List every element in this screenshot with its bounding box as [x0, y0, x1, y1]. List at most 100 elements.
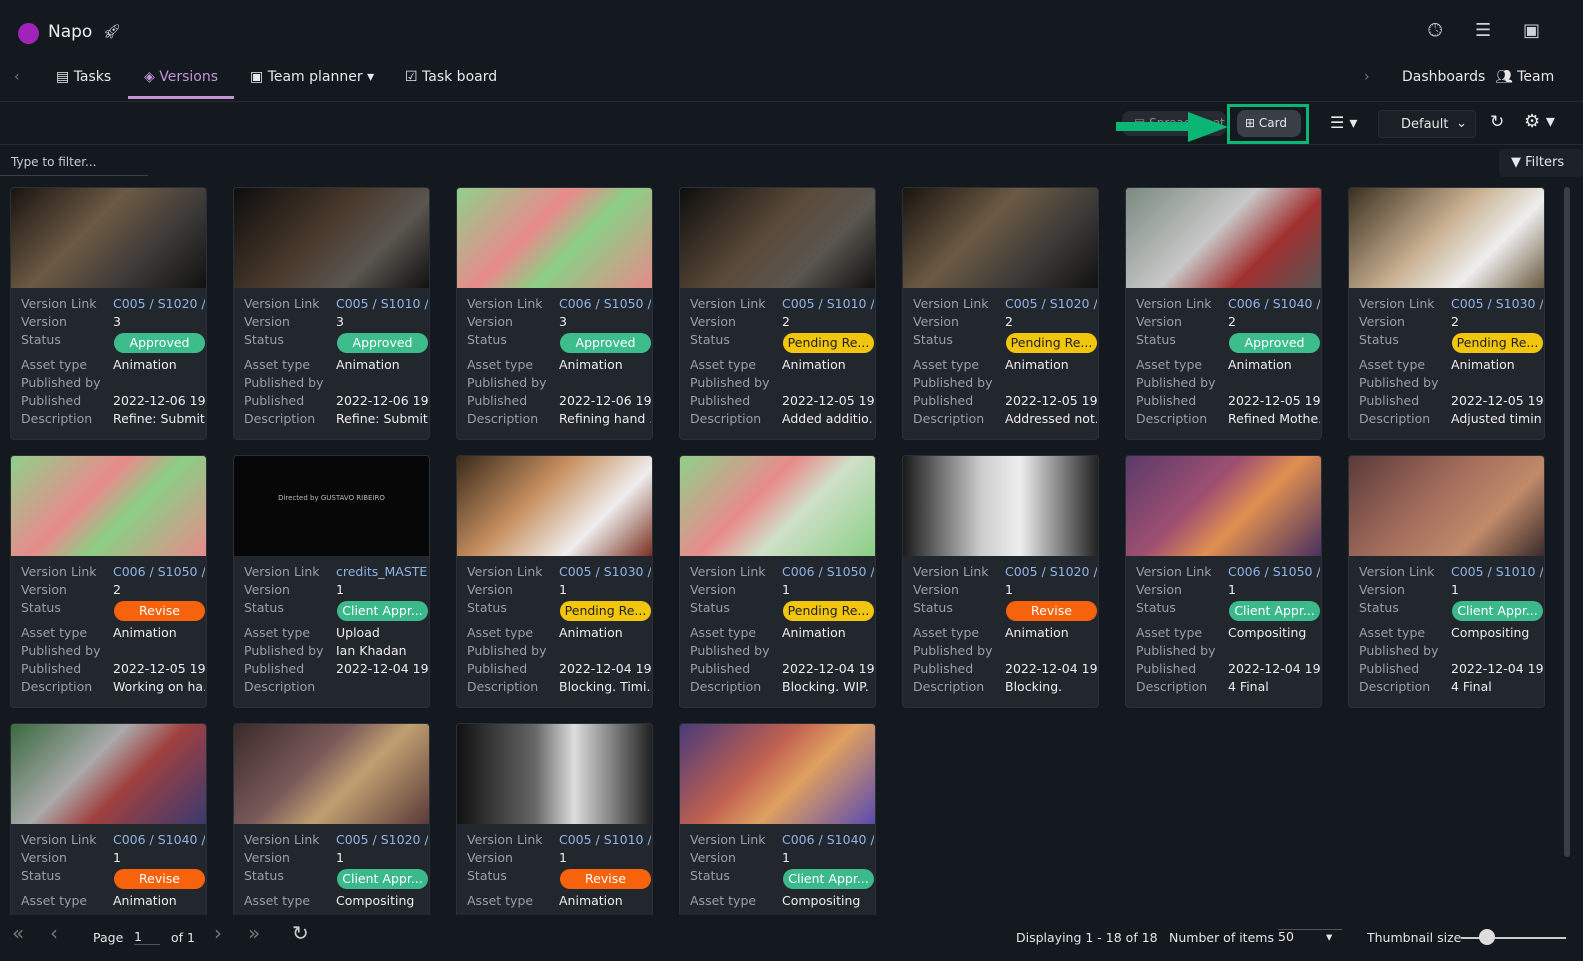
status-badge[interactable]: Client Appr... — [783, 869, 874, 889]
version-thumbnail[interactable] — [457, 456, 652, 556]
version-link[interactable]: C005 / S1010 /... — [782, 296, 874, 311]
version-thumbnail[interactable] — [457, 188, 652, 288]
first-page-icon[interactable]: « — [12, 921, 24, 945]
version-thumbnail[interactable] — [11, 188, 206, 288]
version-card[interactable]: Version Link C005 / S1010 /... Version 1 Sta… — [456, 723, 653, 915]
gear-icon[interactable]: ⚙ ▾ — [1524, 111, 1555, 132]
status-badge[interactable]: Pending Re... — [1452, 333, 1543, 353]
version-thumbnail[interactable] — [11, 456, 206, 556]
refresh-icon[interactable]: ↻ — [1490, 112, 1504, 132]
version-thumbnail[interactable] — [680, 724, 875, 824]
list-options-icon[interactable]: ☰ ▾ — [1330, 113, 1357, 132]
filters-button[interactable]: ▼ Filters — [1499, 149, 1583, 177]
version-thumbnail[interactable]: Directed by GUSTAVO RIBEIRO — [234, 456, 429, 556]
page-input[interactable]: 1 — [134, 929, 160, 945]
rocket-icon[interactable]: 🚀︎ — [103, 24, 121, 40]
next-page-icon[interactable]: › — [214, 921, 222, 945]
version-link[interactable]: C005 / S1020 /... — [336, 832, 428, 847]
version-thumbnail[interactable] — [1349, 456, 1544, 556]
status-badge[interactable]: Revise — [1006, 601, 1097, 621]
last-page-icon[interactable]: » — [248, 921, 260, 945]
status-badge[interactable]: Pending Re... — [783, 601, 874, 621]
version-thumbnail[interactable] — [680, 188, 875, 288]
status-badge[interactable]: Revise — [114, 601, 205, 621]
version-thumbnail[interactable] — [234, 188, 429, 288]
preset-select[interactable]: Default ⌄ — [1378, 110, 1476, 138]
version-card[interactable]: Version Link C006 / S1050 /... Version 2 Sta… — [10, 455, 207, 708]
version-link[interactable]: credits_MASTE... — [336, 564, 428, 579]
status-badge[interactable]: Approved — [337, 333, 428, 353]
version-link[interactable]: C005 / S1020 /... — [1005, 564, 1097, 579]
version-link[interactable]: C005 / S1010 /... — [1451, 564, 1543, 579]
version-thumbnail[interactable] — [457, 724, 652, 824]
version-link[interactable]: C005 / S1020 /... — [113, 296, 205, 311]
tab-team-planner[interactable]: ▣ Team planner ▾ — [250, 69, 374, 95]
version-link[interactable]: C006 / S1040 /... — [782, 832, 874, 847]
history-icon[interactable]: 🕓︎ — [1428, 20, 1442, 41]
version-link[interactable]: C006 / S1040 /... — [1228, 296, 1320, 311]
prev-page-icon[interactable]: ‹ — [50, 921, 58, 945]
tab-tasks[interactable]: ▤ Tasks — [56, 69, 111, 95]
version-card[interactable]: Version Link C006 / S1050 /... Version 3 Sta… — [456, 187, 653, 440]
dashboards-link[interactable]: Dashboards — [1402, 69, 1485, 95]
status-badge[interactable]: Revise — [114, 869, 205, 889]
project-name[interactable]: Napo — [48, 22, 92, 42]
checklist-icon[interactable]: ☰ — [1475, 20, 1491, 41]
status-badge[interactable]: Pending Re... — [1006, 333, 1097, 353]
version-thumbnail[interactable] — [234, 724, 429, 824]
version-card[interactable]: Version Link C005 / S1020 /... Version 1 Sta… — [902, 455, 1099, 708]
thumbnail-size-slider[interactable] — [1461, 937, 1566, 939]
version-card[interactable]: Version Link C005 / S1020 /... Version 2 Sta… — [902, 187, 1099, 440]
status-badge[interactable]: Approved — [1229, 333, 1320, 353]
version-thumbnail[interactable] — [1126, 456, 1321, 556]
version-link[interactable]: C006 / S1050 /... — [1228, 564, 1320, 579]
version-card[interactable]: Version Link C006 / S1040 /... Version 1 Sta… — [679, 723, 876, 915]
status-badge[interactable]: Revise — [560, 869, 651, 889]
status-badge[interactable]: Client Appr... — [1452, 601, 1543, 621]
status-badge[interactable]: Client Appr... — [337, 869, 428, 889]
version-link[interactable]: C005 / S1030 /... — [559, 564, 651, 579]
version-card[interactable]: Version Link C005 / S1020 /... Version 1 Sta… — [233, 723, 430, 915]
version-card[interactable]: Version Link C005 / S1030 /... Version 2 Sta… — [1348, 187, 1545, 440]
version-link[interactable]: C005 / S1020 /... — [1005, 296, 1097, 311]
version-link[interactable]: C006 / S1050 /... — [782, 564, 874, 579]
team-link[interactable]: 👥︎ Team — [1495, 69, 1554, 95]
version-thumbnail[interactable] — [1126, 188, 1321, 288]
version-card[interactable]: Version Link C006 / S1040 /... Version 1 Sta… — [10, 723, 207, 915]
version-link[interactable]: C006 / S1050 /... — [559, 296, 651, 311]
status-badge[interactable]: Client Appr... — [337, 601, 428, 621]
version-thumbnail[interactable] — [903, 188, 1098, 288]
nav-scroll-left-icon[interactable]: ‹ — [14, 69, 20, 95]
version-thumbnail[interactable] — [11, 724, 206, 824]
version-card[interactable]: Version Link C005 / S1010 /... Version 1 Sta… — [1348, 455, 1545, 708]
version-card[interactable]: Version Link C006 / S1050 /... Version 1 Sta… — [1125, 455, 1322, 708]
version-link[interactable]: C005 / S1030 /... — [1451, 296, 1543, 311]
tab-versions[interactable]: ◈ Versions — [128, 69, 234, 99]
slider-handle[interactable] — [1479, 929, 1496, 945]
version-link[interactable]: C005 / S1010 /... — [559, 832, 651, 847]
version-card[interactable]: Version Link C005 / S1010 /... Version 3 Sta… — [233, 187, 430, 440]
items-select[interactable]: 50 ▾ — [1278, 929, 1342, 944]
version-thumbnail[interactable] — [1349, 188, 1544, 288]
status-badge[interactable]: Client Appr... — [1229, 601, 1320, 621]
version-card[interactable]: Version Link C006 / S1040 /... Version 2 Sta… — [1125, 187, 1322, 440]
version-card[interactable]: Version Link C005 / S1020 /... Version 3 Sta… — [10, 187, 207, 440]
version-link[interactable]: C006 / S1040 /... — [113, 832, 205, 847]
version-thumbnail[interactable] — [680, 456, 875, 556]
status-badge[interactable]: Approved — [114, 333, 205, 353]
version-thumbnail[interactable] — [903, 456, 1098, 556]
status-badge[interactable]: Approved — [560, 333, 651, 353]
scrollbar[interactable] — [1564, 187, 1570, 857]
version-card[interactable]: Version Link C005 / S1030 /... Version 1 Sta… — [456, 455, 653, 708]
nav-scroll-right-icon[interactable]: › — [1364, 69, 1370, 95]
status-badge[interactable]: Pending Re... — [783, 333, 874, 353]
inbox-icon[interactable]: ▣ — [1523, 20, 1540, 41]
version-card[interactable]: Version Link C005 / S1010 /... Version 2 Sta… — [679, 187, 876, 440]
project-avatar[interactable] — [18, 23, 39, 44]
filter-input[interactable]: Type to filter... — [0, 152, 148, 176]
version-card[interactable]: Directed by GUSTAVO RIBEIRO Version Link c… — [233, 455, 430, 708]
version-link[interactable]: C005 / S1010 /... — [336, 296, 428, 311]
version-link[interactable]: C006 / S1050 /... — [113, 564, 205, 579]
version-card[interactable]: Version Link C006 / S1050 /... Version 1 Sta… — [679, 455, 876, 708]
tab-task-board[interactable]: ☑ Task board — [405, 69, 497, 95]
